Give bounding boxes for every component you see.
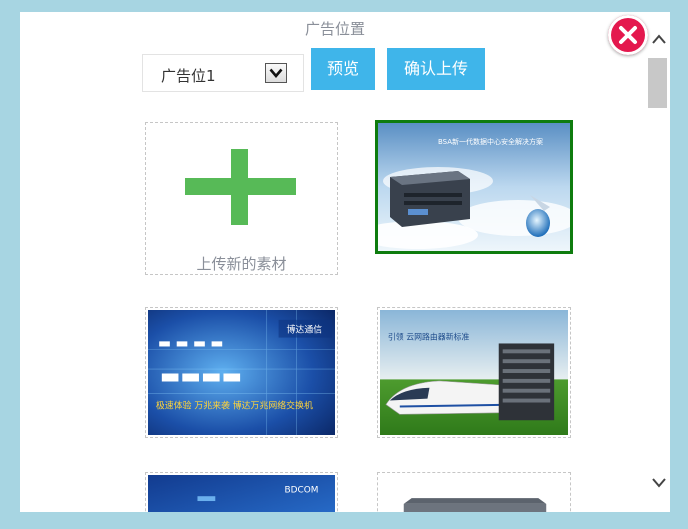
material-item-train-router[interactable]: 引领 云网路由器新标准 xyxy=(377,307,571,438)
svg-text:▬ ▬ ▬ ▬: ▬ ▬ ▬ ▬ xyxy=(158,335,223,351)
device-ad-image xyxy=(380,475,568,512)
ad-position-select-value: 广告位1 xyxy=(161,67,216,85)
switch-ad-brand: 博达通信 xyxy=(287,324,323,336)
close-icon xyxy=(619,26,637,44)
scrollbar-thumb[interactable] xyxy=(648,58,667,108)
switch-ad-caption: 极速体验 万兆来袭 博达万兆网络交换机 xyxy=(156,399,313,411)
vertical-scrollbar[interactable] xyxy=(647,30,670,498)
ad-position-select[interactable]: 广告位1 xyxy=(142,54,304,92)
close-button[interactable] xyxy=(608,15,648,55)
bsa-server-ad-image: BSA新一代数据中心安全解决方案 xyxy=(378,123,570,251)
scroll-down-icon[interactable] xyxy=(651,474,667,490)
bdcom-ad-image: BDCOM xyxy=(148,475,335,512)
dialog-title: 广告位置 xyxy=(304,20,365,38)
train-router-ad-image: 引领 云网路由器新标准 xyxy=(380,310,568,435)
preview-button[interactable]: 预览 xyxy=(311,48,375,90)
train-ad-caption: 引领 云网路由器新标准 xyxy=(388,332,470,342)
upload-new-material-tile[interactable]: 上传新的素材 xyxy=(145,122,338,275)
bsa-ad-caption: BSA新一代数据中心安全解决方案 xyxy=(438,137,543,146)
upload-new-material-label: 上传新的素材 xyxy=(196,255,287,273)
scroll-up-icon[interactable] xyxy=(651,32,667,48)
ad-material-dialog: 广告位置 广告位1 预览 确认上传 上传新的素材 BSA新一代数据中心安全解决方… xyxy=(20,12,670,512)
material-item-bdcom[interactable]: BDCOM xyxy=(145,472,338,512)
bdcom-ad-brand: BDCOM xyxy=(285,485,319,495)
material-item-device[interactable] xyxy=(377,472,571,512)
svg-text:▬▬▬▬: ▬▬▬▬ xyxy=(160,364,242,389)
10g-switch-ad-image: 博达通信 极速体验 万兆来袭 博达万兆网络交换机 ▬ ▬ ▬ ▬ ▬▬▬▬ xyxy=(148,310,335,435)
material-item-bsa-server[interactable]: BSA新一代数据中心安全解决方案 xyxy=(375,120,573,254)
confirm-upload-button[interactable]: 确认上传 xyxy=(387,48,485,90)
material-item-10g-switch[interactable]: 博达通信 极速体验 万兆来袭 博达万兆网络交换机 ▬ ▬ ▬ ▬ ▬▬▬▬ xyxy=(145,307,338,438)
chevron-down-icon[interactable] xyxy=(265,63,287,83)
